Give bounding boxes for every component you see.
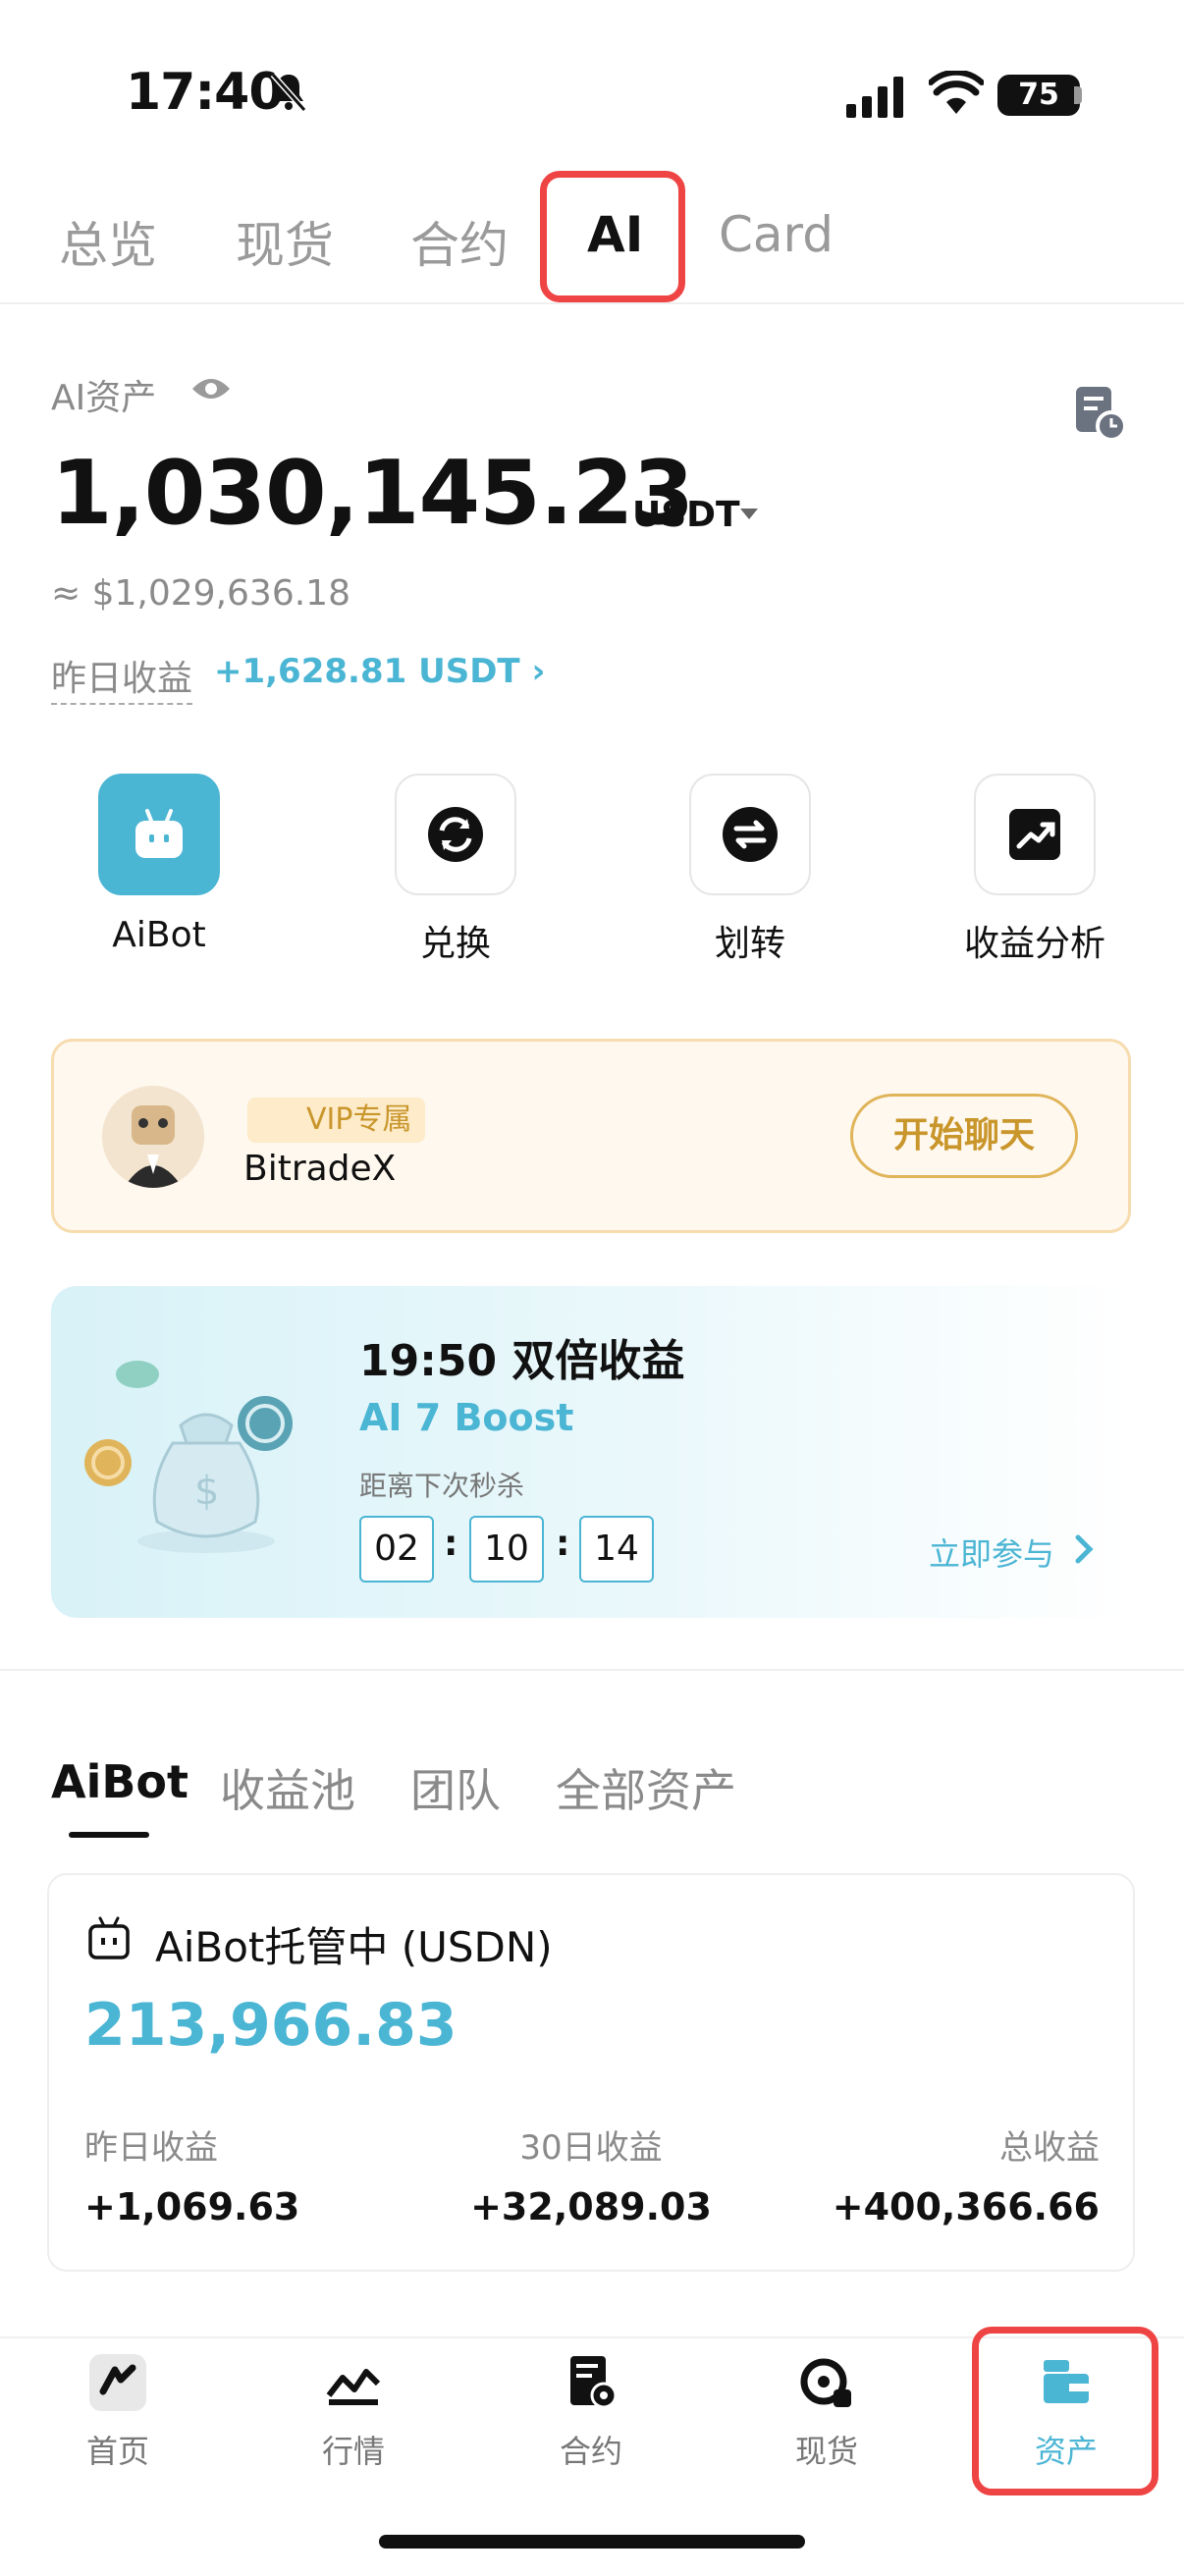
exchange-action-button[interactable] xyxy=(395,774,516,895)
countdown-label: 距离下次秒杀 xyxy=(359,1470,525,1502)
aibot-action-button[interactable] xyxy=(98,774,220,895)
history-record-icon[interactable] xyxy=(1070,385,1129,444)
asset-unit-selector[interactable]: USDT xyxy=(632,495,740,535)
chevron-right-icon[interactable] xyxy=(1074,1533,1094,1565)
battery-cap xyxy=(1074,86,1082,104)
nav-assets-highlight xyxy=(972,2327,1158,2496)
svg-text:$: $ xyxy=(194,1469,219,1514)
active-tab-indicator xyxy=(69,1832,149,1838)
vip-bot-name: BitradeX xyxy=(243,1149,397,1189)
countdown-seconds: 14 xyxy=(579,1516,654,1583)
home-icon xyxy=(89,2354,146,2411)
section-divider xyxy=(0,1669,1184,1671)
stat-30day-label: 30日收益 xyxy=(519,2128,663,2168)
nav-market-label: 行情 xyxy=(321,2433,385,2470)
ai-asset-amount: 1,030,145.23 xyxy=(51,442,694,545)
transfer-icon xyxy=(723,807,778,862)
eye-icon[interactable] xyxy=(190,375,232,402)
tab-spot[interactable]: 现货 xyxy=(236,206,334,277)
market-icon xyxy=(326,2369,381,2405)
robot-outline-icon xyxy=(88,1916,130,1959)
vip-exclusive-badge: VIP专属 xyxy=(247,1098,426,1143)
top-tabs-divider xyxy=(0,302,1184,304)
bell-muted-icon xyxy=(270,73,307,112)
countdown-colon: : xyxy=(556,1524,570,1564)
aibot-card-title: AiBot托管中 (USDN) xyxy=(155,1923,553,1971)
aibot-hosted-value: 213,966.83 xyxy=(84,1991,457,2060)
yesterday-earnings-label[interactable]: 昨日收益 xyxy=(51,650,193,705)
status-time: 17:40 xyxy=(126,63,285,122)
nav-spot-label: 现货 xyxy=(794,2433,858,2470)
boost-title: 19:50 双倍收益 xyxy=(359,1336,685,1386)
asset-usd-approx: ≈ $1,029,636.18 xyxy=(51,573,350,614)
subtab-all-assets[interactable]: 全部资产 xyxy=(556,1755,736,1820)
nav-contract[interactable]: 合约 xyxy=(473,2352,709,2472)
countdown-minutes: 10 xyxy=(469,1516,544,1583)
transfer-action-button[interactable] xyxy=(689,774,811,895)
wifi-icon xyxy=(929,71,984,114)
exchange-action-label: 兑换 xyxy=(419,924,491,964)
tab-card[interactable]: Card xyxy=(719,206,834,263)
nav-spot[interactable]: 现货 xyxy=(709,2352,944,2472)
nav-market[interactable]: 行情 xyxy=(236,2352,471,2472)
tab-overview[interactable]: 总览 xyxy=(59,206,157,277)
avatar xyxy=(102,1086,204,1188)
stat-total-value: +400,366.66 xyxy=(832,2185,1100,2228)
asset-label: AI资产 xyxy=(51,378,157,418)
countdown-colon: : xyxy=(444,1524,458,1564)
subtab-team[interactable]: 团队 xyxy=(410,1755,501,1820)
battery-indicator: 75 xyxy=(997,75,1080,116)
robot-icon xyxy=(135,809,183,858)
tab-contract[interactable]: 合约 xyxy=(410,206,509,277)
stat-30day-value: +32,089.03 xyxy=(470,2185,712,2228)
cellular-signal-icon xyxy=(846,77,903,118)
subtab-earnings-pool[interactable]: 收益池 xyxy=(220,1755,355,1820)
start-chat-button[interactable]: 开始聊天 xyxy=(850,1094,1078,1178)
yesterday-earnings-value[interactable]: +1,628.81 USDT › xyxy=(214,652,545,691)
transfer-action-label: 划转 xyxy=(714,924,785,964)
home-indicator xyxy=(379,2535,805,2549)
trend-icon xyxy=(1009,809,1060,860)
money-bag-icon: $ xyxy=(84,1361,293,1553)
caret-down-icon[interactable] xyxy=(740,509,758,519)
join-now-link[interactable]: 立即参与 xyxy=(929,1530,1054,1575)
earnings-analysis-action-label: 收益分析 xyxy=(963,924,1105,964)
spot-icon xyxy=(800,2358,851,2407)
nav-home[interactable]: 首页 xyxy=(0,2352,236,2472)
contract-icon xyxy=(570,2356,618,2409)
exchange-icon xyxy=(428,807,483,862)
subtab-aibot[interactable]: AiBot xyxy=(51,1755,188,1808)
countdown-hours: 02 xyxy=(359,1516,434,1583)
stat-yesterday-value: +1,069.63 xyxy=(84,2185,300,2228)
tab-ai[interactable]: AI xyxy=(587,206,643,263)
stat-yesterday-label: 昨日收益 xyxy=(84,2128,218,2168)
nav-home-label: 首页 xyxy=(85,2433,149,2470)
aibot-action-label: AiBot xyxy=(112,915,206,955)
earnings-analysis-action-button[interactable] xyxy=(974,774,1096,895)
stat-total-label: 总收益 xyxy=(999,2128,1100,2168)
boost-subtitle: AI 7 Boost xyxy=(359,1396,574,1439)
nav-contract-label: 合约 xyxy=(559,2433,622,2470)
